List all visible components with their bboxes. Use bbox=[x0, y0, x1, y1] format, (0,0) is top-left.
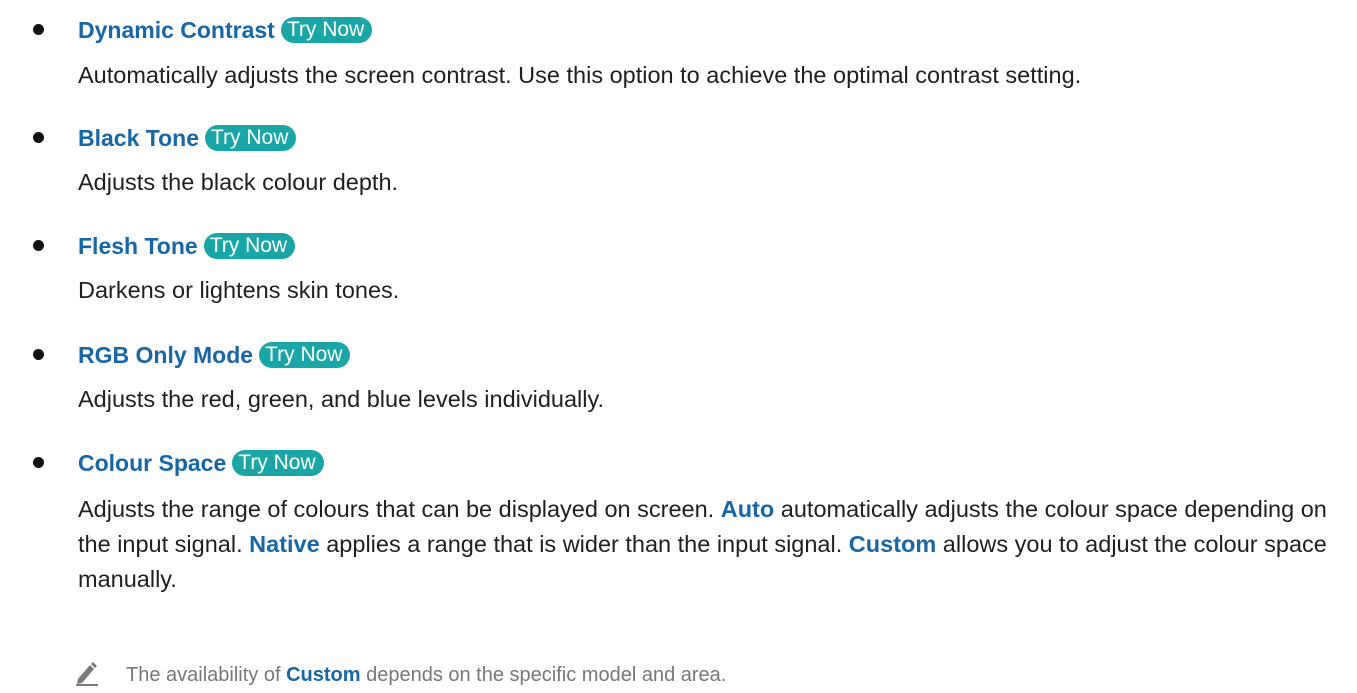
option-header: Flesh Tone Try Now bbox=[0, 226, 1357, 266]
option-dynamic-contrast: Dynamic Contrast Try Now Automatically ad… bbox=[0, 10, 1357, 88]
option-title-text: RGB Only Mode bbox=[78, 342, 254, 368]
note-text-part: The availability of bbox=[126, 664, 287, 686]
try-now-button[interactable]: Try Now bbox=[205, 125, 297, 151]
option-rgb-only-mode: RGB Only Mode Try Now Adjusts the red, gr… bbox=[0, 335, 1357, 412]
term-custom: Custom bbox=[286, 664, 361, 686]
note-text-part: depends on the specific model and area. bbox=[360, 664, 727, 686]
bullet-icon bbox=[33, 240, 44, 251]
help-page: Dynamic Contrast Try Now Automatically ad… bbox=[0, 0, 1357, 693]
option-title: RGB Only Mode Try Now bbox=[78, 340, 351, 370]
option-title: Dynamic Contrast Try Now bbox=[78, 15, 373, 45]
term-custom: Custom bbox=[848, 531, 937, 557]
option-title: Black Tone Try Now bbox=[78, 123, 297, 153]
try-now-button[interactable]: Try Now bbox=[259, 342, 351, 368]
desc-text: applies a range that is wider than the i… bbox=[319, 531, 849, 557]
option-description: Darkens or lightens skin tones. bbox=[78, 277, 400, 303]
option-title: Colour Space Try Now bbox=[78, 448, 324, 478]
option-description: Adjusts the red, green, and blue levels … bbox=[78, 386, 605, 412]
pencil-icon bbox=[74, 660, 100, 686]
option-description: Adjusts the black colour depth. bbox=[78, 169, 399, 195]
bullet-icon bbox=[33, 457, 44, 468]
bullet-icon bbox=[33, 349, 44, 360]
note-text: The availability of Custom depends on th… bbox=[126, 663, 726, 687]
option-black-tone: Black Tone Try Now Adjusts the black colo… bbox=[0, 118, 1357, 195]
note: The availability of Custom depends on th… bbox=[74, 660, 1274, 690]
option-title: Flesh Tone Try Now bbox=[78, 231, 296, 261]
try-now-button[interactable]: Try Now bbox=[232, 450, 324, 476]
term-native: Native bbox=[249, 531, 320, 557]
try-now-button[interactable]: Try Now bbox=[203, 233, 296, 259]
option-header: Dynamic Contrast Try Now bbox=[0, 10, 1357, 50]
option-title-text: Dynamic Contrast bbox=[78, 17, 275, 43]
option-title-text: Black Tone bbox=[78, 125, 199, 151]
bullet-icon bbox=[33, 132, 44, 143]
option-title-text: Flesh Tone bbox=[78, 233, 198, 259]
option-description: Adjusts the range of colours that can be… bbox=[78, 492, 1328, 597]
try-now-button[interactable]: Try Now bbox=[280, 17, 373, 43]
option-flesh-tone: Flesh Tone Try Now Darkens or lightens sk… bbox=[0, 226, 1357, 303]
desc-text: Adjusts the range of colours that can be… bbox=[78, 496, 721, 522]
option-title-text: Colour Space bbox=[78, 450, 227, 476]
option-header: Colour Space Try Now bbox=[0, 443, 1357, 483]
option-colour-space: Colour Space Try Now Adjusts the range of… bbox=[0, 443, 1357, 592]
option-header: Black Tone Try Now bbox=[0, 118, 1357, 158]
bullet-icon bbox=[33, 24, 44, 35]
term-auto: Auto bbox=[720, 496, 775, 522]
option-description: Automatically adjusts the screen contras… bbox=[78, 62, 1082, 88]
option-header: RGB Only Mode Try Now bbox=[0, 335, 1357, 375]
